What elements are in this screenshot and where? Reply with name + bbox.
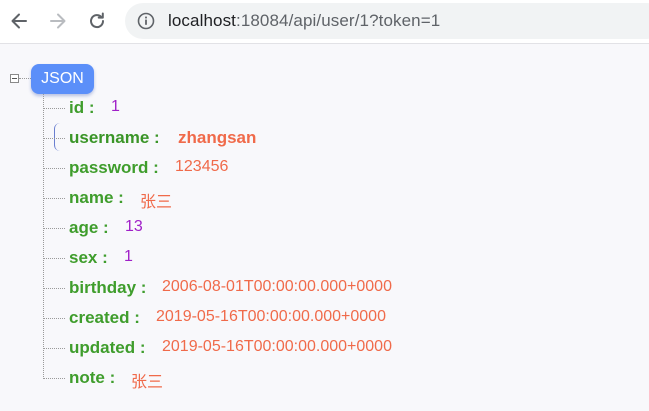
- json-key[interactable]: username :: [69, 128, 160, 148]
- arrow-left-icon: [11, 13, 27, 29]
- tree-connector: [43, 318, 65, 319]
- tree-connector: [43, 378, 65, 379]
- json-value[interactable]: 1: [111, 98, 120, 116]
- reload-icon: [90, 12, 105, 29]
- json-key[interactable]: updated :: [69, 338, 146, 358]
- hover-indicator: [54, 123, 61, 151]
- json-value[interactable]: 2019-05-16T00:00:00.000+0000: [162, 338, 392, 356]
- json-value[interactable]: 2019-05-16T00:00:00.000+0000: [156, 308, 386, 326]
- back-button[interactable]: [6, 8, 32, 34]
- browser-toolbar: localhost:18084/api/user/1?token=1: [0, 0, 649, 44]
- json-key[interactable]: created :: [69, 308, 140, 328]
- json-key[interactable]: note :: [69, 368, 115, 388]
- minus-box-icon[interactable]: [10, 74, 19, 83]
- tree-connector: [43, 258, 65, 259]
- json-key[interactable]: sex :: [69, 248, 108, 268]
- url-path: :18084/api/user/1?token=1: [236, 11, 441, 30]
- json-viewer: JSON id :1 username : zhangsan password :12…: [0, 44, 649, 411]
- json-value[interactable]: zhangsan: [178, 128, 256, 148]
- tree-connector: [43, 348, 65, 349]
- tree-guide-line: [43, 94, 44, 379]
- tree-connector: [43, 288, 65, 289]
- json-key[interactable]: password :: [69, 158, 159, 178]
- tree-connector: [43, 108, 65, 109]
- info-icon[interactable]: [137, 12, 155, 30]
- json-value[interactable]: 张三: [140, 188, 172, 212]
- json-key[interactable]: age :: [69, 218, 109, 238]
- url-text[interactable]: localhost:18084/api/user/1?token=1: [168, 11, 440, 31]
- tree-connector: [19, 78, 31, 79]
- tree-connector: [43, 228, 65, 229]
- json-value[interactable]: 1: [124, 248, 133, 266]
- address-bar[interactable]: localhost:18084/api/user/1?token=1: [125, 3, 649, 39]
- tree-connector: [43, 138, 65, 139]
- json-value[interactable]: 2006-08-01T00:00:00.000+0000: [162, 278, 392, 296]
- json-key[interactable]: name :: [69, 188, 124, 208]
- reload-button[interactable]: [84, 8, 110, 34]
- tree-connector: [43, 198, 65, 199]
- forward-button[interactable]: [45, 8, 71, 34]
- json-value[interactable]: 张三: [131, 368, 163, 392]
- arrow-right-icon: [50, 13, 66, 29]
- json-value[interactable]: 123456: [175, 158, 228, 176]
- json-key[interactable]: birthday :: [69, 278, 146, 298]
- json-key[interactable]: id :: [69, 98, 95, 118]
- json-root-badge[interactable]: JSON: [31, 64, 94, 94]
- tree-connector: [43, 168, 65, 169]
- json-value[interactable]: 13: [125, 218, 143, 236]
- url-host: localhost: [168, 11, 236, 30]
